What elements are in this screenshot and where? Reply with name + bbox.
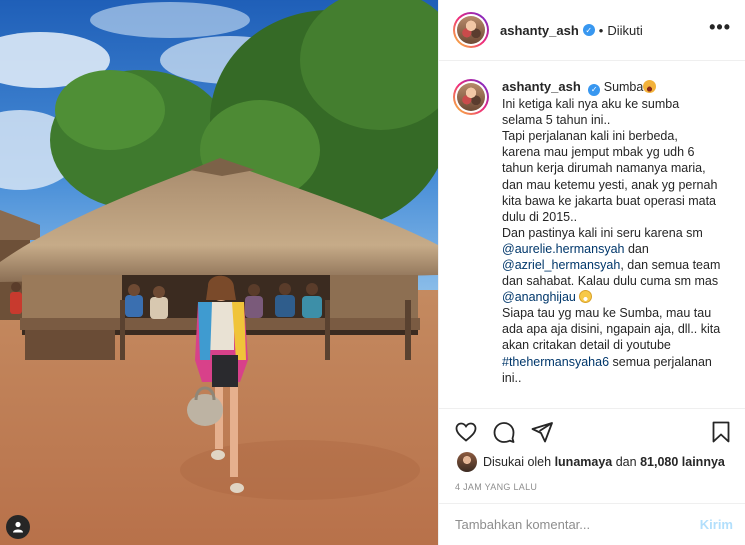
comment-icon[interactable] [492,420,516,444]
mention-link[interactable]: @aurelie.hermansyah [502,242,624,256]
sumba-traditional-house-photo [0,0,438,545]
bookmark-icon[interactable] [709,420,733,444]
caption-section: ashanty_ash ✓ Sumba Ini ketiga kali nya … [439,61,745,408]
caption-line: ada apa aja disini, ngapain aja, dll.. k… [502,321,720,337]
smile-emoji-icon [579,290,593,304]
caption-line-text: Siapa tau yg mau ke Sumba, mau tau [502,306,712,321]
verified-badge-icon: ✓ [582,24,595,36]
follow-status-button[interactable]: Diikuti [607,23,642,38]
avatar-image [457,83,485,111]
caption-line: dan sahabat. Kalau dulu cuma sm mas [502,273,720,289]
caption-line: @aurelie.hermansyah dan [502,241,720,257]
separator-dot: • [598,22,604,38]
caption-line: Siapa tau yg mau ke Sumba, mau tau [502,305,720,321]
mention-link[interactable]: @ananghijau [502,290,576,304]
caption-username[interactable]: ashanty_ash [502,79,581,94]
caption-line: kita bawa ke jakarta buat operasi mata [502,193,720,209]
person-icon [13,521,23,533]
caption-line: akan critakan detail di youtube [502,337,720,353]
liker-avatar[interactable] [457,452,477,472]
post-header: ashanty_ash ✓ • Diikuti ••• [439,0,745,61]
caption-line-text: akan critakan detail di youtube [502,338,671,353]
caption-line-text: dulu di 2015.. [502,209,578,224]
caption-line-text: karena mau jemput mbak yg udh 6 [502,145,695,160]
likes-count-link[interactable]: 81,080 lainnya [640,455,725,469]
caption-line-text: ada apa aja disini, ngapain aja, dll.. k… [502,322,721,337]
caption-line: Ini ketiga kali nya aku ke sumba [502,96,720,112]
likes-middle: dan [615,455,637,469]
caption-line-text: dan sahabat. Kalau dulu cuma sm mas [502,274,719,289]
caption-line-text: tahun kerja dirumah namanya maria, [502,161,706,176]
caption-first-line: ashanty_ash ✓ Sumba [502,79,720,97]
likes-prefix: Disukai oleh [483,455,552,469]
heart-icon[interactable] [454,420,478,444]
author-avatar[interactable] [453,12,489,48]
tagged-users-button[interactable] [6,515,30,539]
caption-lines: Ini ketiga kali nya aku ke sumba selama 5… [502,96,720,386]
post-timestamp[interactable]: 4 JAM YANG LALU [455,482,537,492]
heart-eyes-emoji-icon [643,80,657,93]
comment-input[interactable] [455,517,692,532]
post-comment-button[interactable]: Kirim [700,517,733,532]
action-bar [439,408,745,454]
paper-plane-icon[interactable] [530,420,554,444]
caption-line: #thehermansyaha6 semua perjalanan [502,354,720,370]
caption-line-text: dan [624,241,649,256]
caption-line: tahun kerja dirumah namanya maria, [502,160,720,176]
caption-line-text: semua perjalanan [609,354,712,369]
caption-line: Tapi perjalanan kali ini berbeda, [502,128,720,144]
caption-author-avatar[interactable] [453,79,489,115]
caption-line-text: selama 5 tahun ini.. [502,113,611,128]
post-side-panel: ashanty_ash ✓ • Diikuti ••• ashanty_ash … [438,0,745,545]
caption-line: @azriel_hermansyah, dan semua team [502,257,720,273]
more-options-button[interactable]: ••• [709,18,731,42]
caption-line: Dan pastinya kali ini seru karena sm [502,225,720,241]
caption-line-text: kita bawa ke jakarta buat operasi mata [502,193,717,208]
mention-link[interactable]: @azriel_hermansyah [502,258,620,272]
caption-line-text: dan mau ketemu yesti, anak yg pernah [502,177,718,192]
comment-form: Kirim [439,503,745,545]
verified-badge-icon: ✓ [588,84,601,97]
caption-line: ini.. [502,370,720,386]
caption-line-text: , dan semua team [620,257,721,272]
liker-username[interactable]: lunamaya [555,455,613,469]
caption-line: @ananghijau [502,289,720,305]
caption-line-text: Dan pastinya kali ini seru karena sm [502,225,703,240]
caption-line: dulu di 2015.. [502,209,720,225]
caption-line: selama 5 tahun ini.. [502,112,720,128]
post-photo[interactable] [0,0,438,545]
hashtag-link[interactable]: #thehermansyaha6 [502,355,609,369]
caption-first-word: Sumba [603,80,644,94]
likes-summary: Disukai oleh lunamaya dan 81,080 lainnya [457,452,735,472]
caption-line: karena mau jemput mbak yg udh 6 [502,144,720,160]
caption-text: ashanty_ash ✓ Sumba Ini ketiga kali nya … [502,79,720,408]
avatar-image [457,16,485,44]
author-username[interactable]: ashanty_ash [500,23,579,38]
caption-line-text: ini.. [502,370,522,385]
caption-line-text: Ini ketiga kali nya aku ke sumba [502,97,680,112]
caption-line: dan mau ketemu yesti, anak yg pernah [502,177,720,193]
caption-line-text: Tapi perjalanan kali ini berbeda, [502,129,678,144]
